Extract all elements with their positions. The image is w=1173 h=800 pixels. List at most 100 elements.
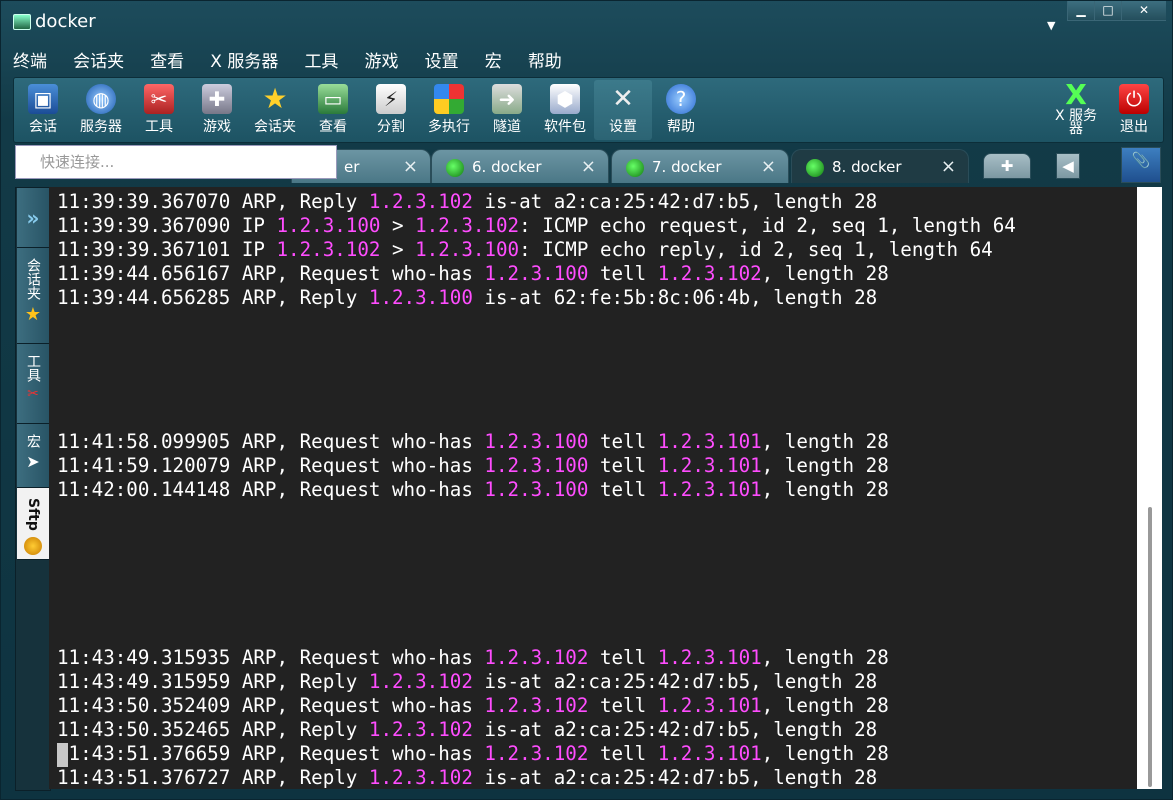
terminal-text: is-at a2:ca:25:42:d7:b5, length 28 xyxy=(472,190,878,213)
send-icon: ➤ xyxy=(26,452,40,471)
sidebar-item-bookmarks[interactable]: 会话夹 ★ xyxy=(17,248,49,344)
toolbar-multiexec-button[interactable]: 多执行 xyxy=(420,80,478,140)
ip-address: 1.2.3.100 xyxy=(276,214,381,237)
toolbar-label: 服务器 xyxy=(80,119,122,135)
terminal-text: 11:43:51.376659 ARP, Request who-has xyxy=(57,742,485,765)
menu-games[interactable]: 游戏 xyxy=(365,47,399,72)
toolbar-xserver-button[interactable]: X X 服务 器 xyxy=(1047,80,1105,140)
terminal-text: tell xyxy=(588,430,658,453)
terminal-text: 11:39:44.656167 ARP, Request who-has xyxy=(57,262,485,285)
close-icon[interactable]: × xyxy=(761,156,776,177)
toolbar-servers-button[interactable]: ◍ 服务器 xyxy=(72,80,130,140)
title-dropdown-icon[interactable]: ▼ xyxy=(1047,19,1055,32)
menu-help[interactable]: 帮助 xyxy=(528,47,562,72)
ip-address: 1.2.3.102 xyxy=(657,262,762,285)
sidebar-item-sftp[interactable]: Sftp xyxy=(17,488,49,560)
toolbar-exit-button[interactable]: ⏻ 退出 xyxy=(1105,80,1163,140)
maximize-button[interactable]: □ xyxy=(1094,1,1121,21)
toolbar-packages-button[interactable]: ⬢ 软件包 xyxy=(536,80,594,140)
ip-address: 1.2.3.100 xyxy=(415,238,520,261)
quick-connect-input[interactable]: 快速连接... xyxy=(15,145,337,179)
tab-label: er xyxy=(344,158,360,176)
ip-address: 1.2.3.100 xyxy=(368,286,473,309)
multi-exec-icon xyxy=(434,84,464,114)
ip-address: 1.2.3.102 xyxy=(368,718,473,741)
terminal-cursor xyxy=(57,743,68,767)
xserver-icon: X xyxy=(1065,78,1087,111)
terminal-text: 11:43:50.352409 ARP, Request who-has xyxy=(57,694,485,717)
toolbar-label: 分割 xyxy=(377,119,405,135)
terminal-line: 11:42:00.144148 ARP, Request who-has 1.2… xyxy=(57,478,1016,502)
ip-address: 1.2.3.100 xyxy=(484,454,589,477)
app-window: docker ▼ ▁ □ ✕ 终端 会话夹 查看 X 服务器 工具 游戏 设置 … xyxy=(0,0,1173,800)
menu-macros[interactable]: 宏 xyxy=(485,47,502,72)
menu-terminal[interactable]: 终端 xyxy=(13,47,47,72)
toolbar-tunnel-button[interactable]: ➜ 隧道 xyxy=(478,80,536,140)
terminal-line: 11:43:50.352409 ARP, Request who-has 1.2… xyxy=(57,694,1016,718)
split-icon: ⚡ xyxy=(376,84,406,114)
sidebar-expand-button[interactable]: » xyxy=(17,188,49,248)
tab-6-docker[interactable]: 6. docker × xyxy=(431,149,609,183)
ip-address: 1.2.3.102 xyxy=(368,670,473,693)
terminal-text: , length 28 xyxy=(761,478,889,501)
terminal-line: 11:41:59.120079 ARP, Request who-has 1.2… xyxy=(57,454,1016,478)
tab-7-docker[interactable]: 7. docker × xyxy=(611,149,789,183)
sidebar-item-tools[interactable]: 工具 ✂ xyxy=(17,344,49,424)
minimize-button[interactable]: ▁ xyxy=(1067,1,1094,21)
close-icon[interactable]: × xyxy=(403,156,418,177)
tab-8-docker[interactable]: 8. docker × xyxy=(791,149,969,183)
title-bar[interactable]: docker ▼ ▁ □ ✕ xyxy=(1,1,1172,43)
terminal-text: 11:41:59.120079 ARP, Request who-has xyxy=(57,454,485,477)
toolbar-split-button[interactable]: ⚡ 分割 xyxy=(362,80,420,140)
toolbar-help-button[interactable]: ? 帮助 xyxy=(652,80,710,140)
scroll-tabs-left-button[interactable]: ◀ xyxy=(1056,153,1080,179)
toolbar-view-button[interactable]: ▭ 查看 xyxy=(304,80,362,140)
toolbar-label: 多执行 xyxy=(428,119,470,135)
new-tab-button[interactable]: ✚ xyxy=(983,153,1031,179)
menu-bookmarks[interactable]: 会话夹 xyxy=(73,47,124,72)
close-button[interactable]: ✕ xyxy=(1121,1,1166,21)
app-icon xyxy=(13,14,31,30)
session-icon: ▣ xyxy=(28,84,58,114)
terminal-text: : ICMP echo reply, id 2, seq 1, length 6… xyxy=(519,238,993,261)
toolbar-settings-button[interactable]: ✕ 设置 xyxy=(594,80,652,140)
terminal-line: 11:43:50.352465 ARP, Reply 1.2.3.102 is-… xyxy=(57,718,1016,742)
menu-xserver[interactable]: X 服务器 xyxy=(210,47,278,72)
terminal-text: 11:39:39.367101 IP xyxy=(57,238,277,261)
sidebar-item-label: 工具 xyxy=(25,354,41,382)
sidebar-item-macros[interactable]: 宏 ➤ xyxy=(17,424,49,488)
toolbar-label: 会话 xyxy=(29,119,57,135)
close-icon[interactable]: × xyxy=(581,156,596,177)
toolbar-tools-button[interactable]: ✂ 工具 xyxy=(130,80,188,140)
ip-address: 1.2.3.100 xyxy=(484,430,589,453)
plus-icon: ✚ xyxy=(1000,157,1014,175)
ip-address: 1.2.3.102 xyxy=(368,766,473,789)
menu-settings[interactable]: 设置 xyxy=(425,47,459,72)
toolbar-games-button[interactable]: ✚ 游戏 xyxy=(188,80,246,140)
terminal-text: 11:43:51.376727 ARP, Reply xyxy=(57,766,369,789)
toolbar-label: 帮助 xyxy=(667,119,695,135)
sidebar-item-label: 会话夹 xyxy=(25,258,41,300)
scrollbar-thumb[interactable] xyxy=(1148,507,1152,787)
tab-bar: er × 快速连接... 6. docker × 7. docker × 8. … xyxy=(1,143,1172,185)
terminal-text: 11:39:39.367070 ARP, Reply xyxy=(57,190,369,213)
terminal-scrollbar[interactable] xyxy=(1137,187,1162,789)
toolbar-bookmarks-button[interactable]: ★ 会话夹 xyxy=(246,80,304,140)
attach-tab-button[interactable]: 📎 xyxy=(1121,147,1161,183)
menu-tools[interactable]: 工具 xyxy=(304,47,338,72)
terminal-output[interactable]: 11:39:39.367070 ARP, Reply 1.2.3.102 is-… xyxy=(49,187,1162,789)
close-icon[interactable]: × xyxy=(941,156,956,177)
terminal-text: , length 28 xyxy=(761,262,889,285)
menu-view[interactable]: 查看 xyxy=(150,47,184,72)
terminal-text: 11:39:44.656285 ARP, Reply xyxy=(57,286,369,309)
server-icon: ◍ xyxy=(86,84,116,114)
power-icon: ⏻ xyxy=(1119,84,1149,114)
toolbar-session-button[interactable]: ▣ 会话 xyxy=(14,80,72,140)
terminal-text: is-at a2:ca:25:42:d7:b5, length 28 xyxy=(472,670,878,693)
